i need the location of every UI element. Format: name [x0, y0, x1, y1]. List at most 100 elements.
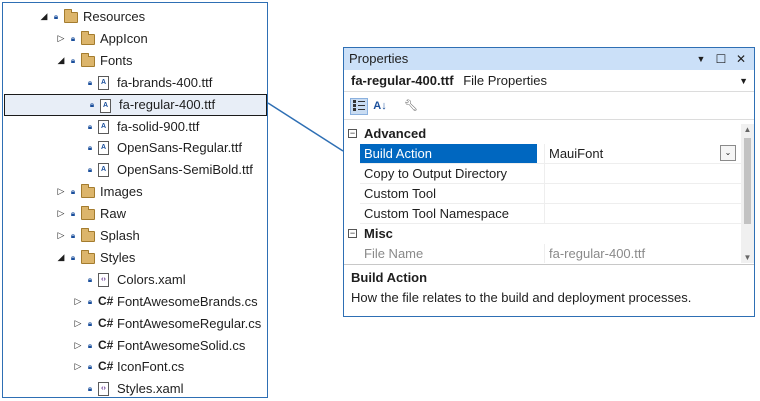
property-value[interactable]: fa-regular-400.ttf — [544, 244, 740, 263]
collapsed-arrow-icon[interactable]: ▷ — [73, 335, 83, 356]
collapsed-arrow-icon[interactable]: ▷ — [56, 181, 66, 202]
lock-icon: 🔒︎ — [70, 187, 76, 197]
tree-file-row[interactable]: 🔒︎ Afa-brands-400.ttf — [3, 72, 267, 93]
lock-icon: 🔒︎ — [87, 165, 93, 175]
object-type: File Properties — [463, 73, 548, 88]
lock-icon: 🔒︎ — [89, 99, 95, 109]
properties-window: Properties ▼ ☐ ✕ fa-regular-400.ttf File… — [343, 47, 755, 317]
xaml-file-icon: ‹› — [98, 272, 109, 287]
lock-icon: 🔒︎ — [87, 384, 93, 394]
tree-item-label: Colors.xaml — [117, 271, 186, 287]
lock-icon: 🔒︎ — [87, 274, 93, 284]
property-name: Custom Tool Namespace — [364, 206, 509, 221]
lock-icon: 🔒︎ — [70, 252, 76, 262]
alphabetical-icon[interactable]: A↓ — [371, 98, 389, 115]
property-row[interactable]: File Name fa-regular-400.ttf — [360, 244, 741, 263]
tree-file-row[interactable]: ▷ 🔒︎ C# FontAwesomeBrands.cs — [3, 291, 267, 312]
lock-icon: 🔒︎ — [70, 209, 76, 219]
tree-file-row[interactable]: ▷ 🔒︎ C# FontAwesomeSolid.cs — [3, 335, 267, 356]
tree-file-row[interactable]: 🔒︎ A OpenSans-Regular.ttf — [3, 137, 267, 158]
lock-icon: 🔒︎ — [87, 143, 93, 153]
font-file-icon: A — [98, 163, 109, 178]
wrench-icon[interactable]: 🔧︎ — [402, 98, 420, 115]
property-category[interactable]: − Misc — [344, 224, 741, 244]
tree-file-row[interactable]: 🔒︎ Afa-solid-900.ttf — [3, 116, 267, 137]
tree-file-row[interactable]: 🔒︎ ‹› Styles.xaml — [3, 378, 267, 399]
property-name: Copy to Output Directory — [364, 166, 508, 181]
collapse-category-icon[interactable]: − — [348, 229, 357, 238]
xaml-file-icon: ‹› — [98, 382, 109, 397]
close-icon[interactable]: ✕ — [734, 48, 748, 70]
lock-icon: 🔒︎ — [87, 121, 93, 131]
property-category[interactable]: − Advanced — [344, 124, 741, 144]
maximize-icon[interactable]: ☐ — [714, 48, 728, 70]
csharp-file-icon: C# — [98, 315, 114, 330]
lock-icon: 🔒︎ — [87, 318, 93, 328]
description-panel: Build Action How the file relates to the… — [344, 264, 754, 316]
lock-icon: 🔒︎ — [53, 12, 59, 21]
object-name: fa-regular-400.ttf — [351, 73, 454, 88]
lock-icon: 🔒︎ — [70, 231, 76, 240]
expanded-arrow-icon[interactable]: ◢ — [39, 6, 49, 27]
property-value[interactable] — [544, 164, 740, 184]
tree-item-label: Splash — [100, 228, 140, 243]
folder-icon — [81, 52, 95, 67]
window-position-dropdown-icon[interactable]: ▼ — [694, 48, 708, 70]
expanded-arrow-icon[interactable]: ◢ — [56, 247, 66, 268]
collapsed-arrow-icon[interactable]: ▷ — [73, 313, 83, 334]
collapsed-arrow-icon[interactable]: ▷ — [73, 356, 83, 377]
csharp-file-icon: C# — [98, 337, 114, 352]
property-row[interactable]: Copy to Output Directory — [360, 164, 741, 184]
object-selector-dropdown-icon[interactable]: ▼ — [739, 70, 748, 92]
property-name: Build Action — [360, 144, 537, 163]
property-value[interactable] — [544, 184, 740, 204]
tree-folder-row[interactable]: ◢ 🔒︎ Styles — [3, 247, 267, 268]
collapsed-arrow-icon[interactable]: ▷ — [56, 225, 66, 246]
tree-file-row[interactable]: 🔒︎ ‹› Colors.xaml — [3, 269, 267, 290]
tree-file-row[interactable]: 🔒︎ A OpenSans-SemiBold.ttf — [3, 159, 267, 180]
tree-folder-row[interactable]: ▷ 🔒︎ Splash — [3, 225, 267, 246]
expanded-arrow-icon[interactable]: ◢ — [56, 50, 66, 71]
collapsed-arrow-icon[interactable]: ▷ — [56, 203, 66, 224]
categorized-icon[interactable] — [350, 98, 368, 115]
lock-icon: 🔒︎ — [87, 340, 93, 350]
property-row[interactable]: Custom Tool — [360, 184, 741, 204]
scroll-down-icon[interactable]: ▼ — [741, 253, 754, 262]
value-dropdown-icon[interactable]: ⌄ — [720, 145, 736, 161]
collapse-category-icon[interactable]: − — [348, 129, 357, 138]
csharp-file-icon: C# — [98, 359, 114, 374]
folder-icon — [81, 249, 95, 264]
properties-title-bar[interactable]: Properties ▼ ☐ ✕ — [344, 48, 754, 70]
description-title: Build Action — [351, 270, 428, 285]
property-row[interactable]: Custom Tool Namespace — [360, 204, 741, 224]
lock-icon: 🔒︎ — [70, 33, 76, 43]
csharp-file-icon: C# — [98, 293, 114, 308]
properties-title: Properties — [349, 51, 409, 66]
property-row[interactable]: Build Action MauiFont ⌄ — [360, 144, 741, 164]
properties-toolbar: A↓ 🔧︎ — [344, 94, 754, 120]
scroll-up-icon[interactable]: ▲ — [741, 125, 754, 134]
tree-item-label: AppIcon — [100, 30, 148, 46]
tree-folder-row[interactable]: ◢ 🔒︎ Resources — [3, 6, 267, 27]
tree-item-label: OpenSans-SemiBold.ttf — [117, 162, 253, 178]
tree-folder-row[interactable]: ▷ 🔒︎ Images — [3, 181, 267, 202]
property-name: File Name — [364, 246, 424, 261]
category-name: Advanced — [364, 126, 427, 141]
property-value[interactable]: MauiFont ⌄ — [544, 144, 740, 164]
tree-item-label: FontAwesomeBrands.cs — [117, 293, 258, 309]
object-selector[interactable]: fa-regular-400.ttf File Properties ▼ — [344, 70, 754, 92]
tree-folder-row[interactable]: ▷ 🔒︎ Raw — [3, 203, 267, 224]
font-file-icon: A — [98, 75, 109, 90]
collapsed-arrow-icon[interactable]: ▷ — [56, 28, 66, 49]
property-value[interactable] — [544, 204, 740, 224]
tree-file-row[interactable]: ▷ 🔒︎ C# IconFont.cs — [3, 356, 267, 377]
collapsed-arrow-icon[interactable]: ▷ — [73, 291, 83, 312]
property-grid: − Advanced Build Action MauiFont ⌄ Copy to Ou… — [344, 124, 741, 263]
tree-folder-row[interactable]: ◢ 🔒︎ Fonts — [3, 50, 267, 71]
folder-icon — [81, 206, 95, 221]
tree-folder-row[interactable]: ▷ 🔒︎ AppIcon — [3, 28, 267, 49]
tree-file-row[interactable]: ▷ 🔒︎ C# FontAwesomeRegular.cs — [3, 313, 267, 334]
property-grid-scrollbar[interactable]: ▲ ▼ — [741, 124, 754, 263]
tree-file-row[interactable]: 🔒︎ Afa-regular-400.ttf — [4, 93, 267, 116]
scroll-thumb[interactable] — [744, 138, 751, 224]
